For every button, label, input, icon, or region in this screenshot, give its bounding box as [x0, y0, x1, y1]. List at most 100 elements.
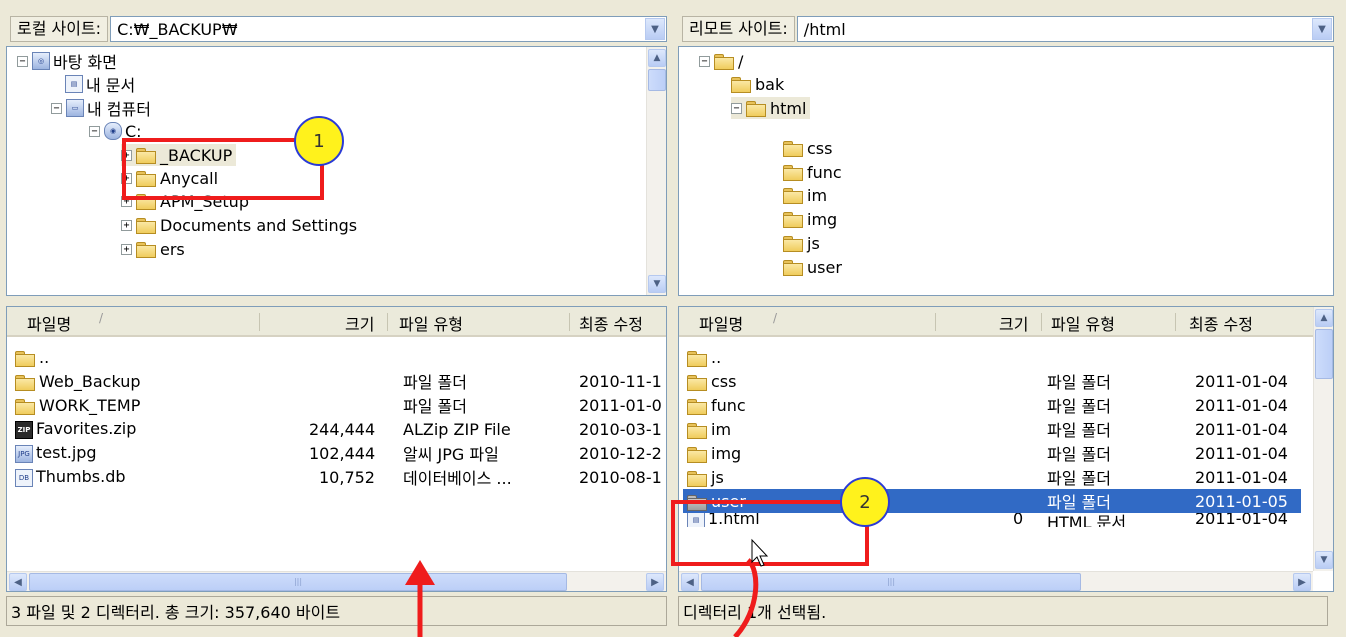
- list-item[interactable]: ..: [11, 345, 661, 369]
- tree-item-label: js: [807, 233, 820, 253]
- tree-item-my-documents[interactable]: ▤ 내 문서: [65, 73, 135, 95]
- remote-path-combo[interactable]: /html ▼: [796, 16, 1334, 42]
- column-type[interactable]: 파일 유형: [399, 311, 463, 335]
- list-item[interactable]: ZIP Favorites.zip 244,444 ALZip ZIP File …: [11, 417, 662, 441]
- file-size: 10,752: [319, 467, 375, 487]
- column-modified[interactable]: 최종 수정: [579, 311, 643, 335]
- folder-icon: [15, 375, 35, 391]
- collapse-icon[interactable]: −: [699, 55, 710, 67]
- column-name[interactable]: 파일명: [27, 311, 71, 335]
- column-size[interactable]: 크기: [999, 311, 1028, 335]
- file-modified: 2010-11-1: [579, 371, 662, 391]
- file-modified: 2011-01-0: [579, 395, 662, 415]
- tree-item-label: 내 문서: [86, 76, 136, 95]
- sort-icon: /: [773, 311, 778, 325]
- scroll-thumb[interactable]: [648, 69, 666, 91]
- file-name: ..: [711, 347, 722, 367]
- scroll-thumb[interactable]: |||: [29, 573, 567, 591]
- file-type: 파일 폴더: [1047, 397, 1111, 416]
- tree-item-root[interactable]: − /: [699, 50, 743, 72]
- list-item[interactable]: JPG test.jpg 102,444 알씨 JPG 파일 2010-12-2: [11, 441, 662, 465]
- documents-icon: ▤: [65, 75, 83, 93]
- folder-icon: [746, 101, 766, 117]
- list-item[interactable]: js 파일 폴더 2011-01-04: [683, 465, 1301, 489]
- local-file-list: 파일명 / 크기 파일 유형 최종 수정 .. Web_Backup 파일 폴더…: [6, 306, 667, 592]
- tree-item-desktop[interactable]: − ◎ 바탕 화면: [17, 50, 117, 72]
- list-item[interactable]: WORK_TEMP 파일 폴더 2011-01-0: [11, 393, 662, 417]
- remote-path-value: /html: [803, 19, 846, 39]
- scroll-down-icon[interactable]: ▼: [648, 275, 666, 293]
- folder-icon: [783, 236, 803, 252]
- list-item[interactable]: Web_Backup 파일 폴더 2010-11-1: [11, 369, 662, 393]
- collapse-icon[interactable]: −: [51, 102, 62, 114]
- file-type: 파일 폴더: [1047, 373, 1111, 392]
- remote-list-vscrollbar[interactable]: ▲ ▼: [1313, 307, 1333, 571]
- scroll-up-icon[interactable]: ▲: [648, 49, 666, 67]
- expand-icon[interactable]: +: [121, 243, 132, 255]
- collapse-icon[interactable]: −: [17, 55, 28, 67]
- local-path-combo[interactable]: C:₩_BACKUP₩ ▼: [110, 16, 667, 42]
- tree-item-js[interactable]: js: [783, 232, 820, 254]
- list-item[interactable]: ..: [683, 345, 1301, 369]
- tree-item-bak[interactable]: bak: [731, 73, 784, 95]
- local-list-header: 파일명 / 크기 파일 유형 최종 수정: [7, 307, 666, 337]
- file-name: test.jpg: [36, 443, 97, 463]
- tree-item-im[interactable]: im: [783, 184, 827, 206]
- column-name[interactable]: 파일명: [699, 311, 743, 335]
- list-item[interactable]: css 파일 폴더 2011-01-04: [683, 369, 1301, 393]
- tree-item-img[interactable]: img: [783, 208, 837, 230]
- highlight-box-local: [122, 138, 324, 200]
- remote-status-text: 디렉터리 1개 선택됨.: [683, 603, 827, 622]
- chevron-down-icon[interactable]: ▼: [1312, 18, 1332, 40]
- tree-item-label: ers: [160, 239, 185, 259]
- remote-status-bar: 디렉터리 1개 선택됨.: [678, 596, 1328, 626]
- highlight-box-remote: [671, 500, 869, 566]
- scroll-left-icon[interactable]: ◀: [681, 573, 699, 591]
- scroll-right-icon[interactable]: ▶: [646, 573, 664, 591]
- sort-icon: /: [99, 311, 104, 325]
- column-type[interactable]: 파일 유형: [1051, 311, 1115, 335]
- tree-item-label: func: [807, 162, 842, 182]
- file-modified: 2011-01-04: [1195, 443, 1288, 463]
- tree-item-label: img: [807, 209, 838, 229]
- tree-item-html[interactable]: − html: [731, 97, 811, 119]
- file-modified: 2011-01-04: [1195, 419, 1288, 439]
- scroll-thumb[interactable]: |||: [701, 573, 1081, 591]
- column-size[interactable]: 크기: [345, 311, 374, 335]
- tree-item-func[interactable]: func: [783, 161, 842, 183]
- folder-icon: [714, 54, 734, 70]
- local-tree-scrollbar[interactable]: ▲ ▼: [646, 47, 666, 295]
- chevron-down-icon[interactable]: ▼: [645, 18, 665, 40]
- list-item[interactable]: im 파일 폴더 2011-01-04: [683, 417, 1301, 441]
- tree-item-ers[interactable]: + ers: [121, 238, 185, 260]
- remote-list-hscrollbar[interactable]: ◀ ||| ▶: [679, 571, 1313, 591]
- tree-item-css[interactable]: css: [783, 137, 832, 159]
- scroll-left-icon[interactable]: ◀: [9, 573, 27, 591]
- local-site-label: 로컬 사이트:: [10, 16, 109, 42]
- list-item[interactable]: DB Thumbs.db 10,752 데이터베이스 ... 2010-08-1: [11, 465, 662, 489]
- file-name: img: [711, 443, 742, 463]
- tree-item-user[interactable]: user: [783, 256, 842, 278]
- list-item[interactable]: img 파일 폴더 2011-01-04: [683, 441, 1301, 465]
- tree-item-label: css: [807, 138, 833, 158]
- collapse-icon[interactable]: −: [731, 102, 742, 114]
- list-item[interactable]: func 파일 폴더 2011-01-04: [683, 393, 1301, 417]
- local-path-value: C:₩_BACKUP₩: [117, 19, 238, 39]
- collapse-icon[interactable]: −: [89, 125, 100, 137]
- file-modified: 2010-12-2: [579, 443, 662, 463]
- column-modified[interactable]: 최종 수정: [1189, 311, 1253, 335]
- folder-icon: [136, 218, 156, 234]
- tree-item-my-computer[interactable]: − ▭ 내 컴퓨터: [51, 97, 151, 119]
- tree-item-label: bak: [755, 74, 785, 94]
- scroll-thumb[interactable]: [1315, 329, 1333, 379]
- scroll-right-icon[interactable]: ▶: [1293, 573, 1311, 591]
- image-file-icon: JPG: [15, 444, 33, 463]
- scroll-up-icon[interactable]: ▲: [1315, 309, 1333, 327]
- expand-icon[interactable]: +: [121, 219, 132, 231]
- tree-item-documents-and-settings[interactable]: + Documents and Settings: [121, 214, 357, 236]
- scroll-down-icon[interactable]: ▼: [1315, 551, 1333, 569]
- file-name: im: [711, 419, 732, 439]
- local-list-hscrollbar[interactable]: ◀ ||| ▶: [7, 571, 666, 591]
- computer-icon: ▭: [66, 99, 84, 117]
- column-separator: [935, 313, 936, 331]
